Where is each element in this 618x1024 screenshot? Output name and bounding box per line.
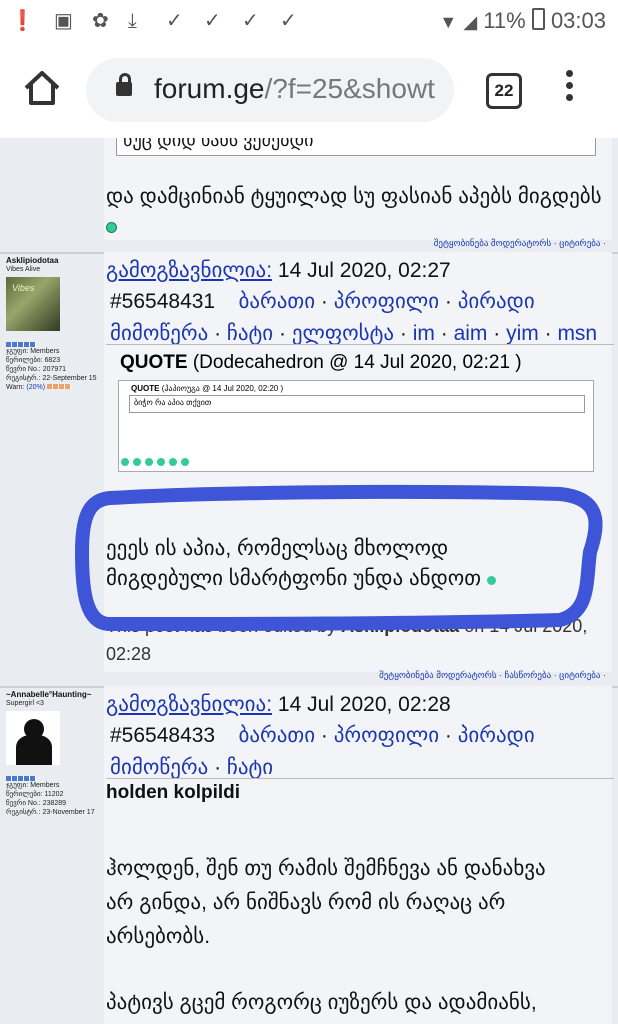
post-id[interactable]: #56548433: [110, 724, 215, 747]
post-text: და დამცინიან ტყუილად სუ ფასიან აპებს მიგ…: [106, 182, 606, 242]
signal-icon: ◢: [463, 12, 478, 32]
battery-icon: [531, 8, 545, 30]
marker-annotation: [75, 484, 603, 631]
pinwheel-icon: ✿: [92, 10, 109, 32]
post-actions[interactable]: შეტყობინება მოდერატორს · ჩასწორება · ციტ…: [379, 670, 606, 681]
username[interactable]: ~Annabelle°Haunting~: [6, 690, 102, 699]
browser-toolbar: forum.ge/?f=25&showt 22: [0, 42, 618, 138]
forum-content: ნუც დიდ ხანს ვეძებდი და დამცინიან ტყუილა…: [0, 138, 618, 1024]
lock-icon: [116, 73, 132, 96]
alert-icon: ❗: [10, 10, 35, 32]
user-title: Supergirl <3: [6, 700, 44, 707]
post-asklipiodotaa: Asklipiodotaa Vibes Alive Vibes ჯგუფი: M…: [0, 252, 618, 686]
link-profile[interactable]: პროფილი: [334, 724, 439, 747]
post-actions[interactable]: შეტყობინება მოდერატორს · ციტირება ·: [434, 238, 606, 249]
wifi-icon: ▼: [439, 12, 458, 32]
user-info: ~Annabelle°Haunting~ Supergirl <3 ჯგუფი:…: [6, 690, 102, 817]
battery-percent: 11%: [483, 8, 526, 33]
post-paragraph: ჰოლდენ, შენ თუ რამის შემჩნევა ან დანახვა…: [106, 857, 546, 948]
status-right: ▼ ◢ 11% 03:03: [439, 8, 606, 34]
address-bar[interactable]: forum.ge/?f=25&showt: [86, 58, 454, 122]
post-annabelle: ~Annabelle°Haunting~ Supergirl <3 ჯგუფი:…: [0, 686, 618, 1024]
check-icon: ✓: [280, 10, 297, 32]
quote-box: ნუც დიდ ხანს ვეძებდი: [116, 138, 596, 156]
link-card[interactable]: ბარათი: [238, 724, 315, 747]
smile-emoji-icon: [106, 222, 117, 233]
avatar[interactable]: [6, 711, 60, 765]
post-header: გამოგზავნილია: 14 Jul 2020, 02:28 #56548…: [104, 690, 618, 784]
facebook-icon: ▣: [54, 10, 73, 32]
check-icon: ✓: [242, 10, 259, 32]
sent-label[interactable]: გამოგზავნილია:: [106, 693, 272, 716]
user-registered: რეგისტრ.: 23-November 17: [6, 809, 95, 816]
check-icon: ✓: [204, 10, 221, 32]
user-member-no: წევრი No.: 238289: [6, 800, 67, 807]
home-icon[interactable]: [22, 68, 62, 108]
tab-switcher-button[interactable]: 22: [486, 73, 522, 109]
clock: 03:03: [550, 8, 606, 33]
check-icon: ✓: [166, 10, 183, 32]
post-paragraph: პატივს გცემ როგორც იუზერს და ადამიანს,: [106, 991, 537, 1014]
post-heading: holden kolpildi: [106, 782, 241, 803]
post-date: 14 Jul 2020, 02:28: [277, 693, 451, 716]
quote-text: ნუც დიდ ხანს ვეძებდი: [123, 138, 314, 150]
post-tail: ნუც დიდ ხანს ვეძებდი და დამცინიან ტყუილა…: [0, 138, 618, 252]
url-text[interactable]: forum.ge/?f=25&showt: [154, 73, 444, 105]
post-links: #56548433 ბარათი · პროფილი · პირადი მიმო…: [110, 724, 535, 779]
overflow-menu-icon[interactable]: [566, 70, 574, 106]
user-group: ჯგუფი: Members: [6, 782, 60, 789]
link-chat[interactable]: ჩატი: [227, 756, 273, 779]
status-bar: ❗ ▣ ✿ ⤓ ✓ ✓ ✓ ✓ ▼ ◢ 11% 03:03: [0, 0, 618, 42]
user-posts: წერილები: 11202: [6, 791, 64, 798]
download-icon: ⤓: [128, 10, 137, 32]
